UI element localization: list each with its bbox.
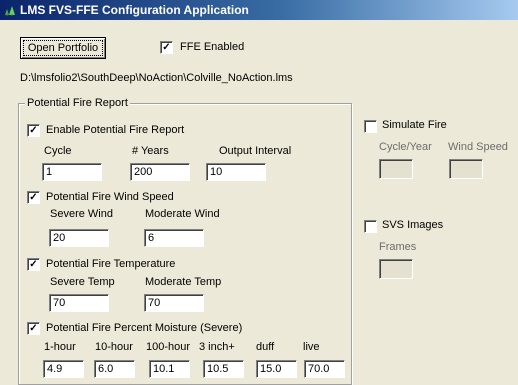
app-tree-icon [5,6,15,16]
sim-wind-speed-input[interactable] [449,159,483,179]
moisture-100hour-input[interactable]: 10.1 [149,360,190,378]
cycle-label: Cycle [44,145,72,157]
moisture-1hour-input[interactable]: 4.9 [43,360,84,378]
fire-report-group-title: Potential Fire Report [25,97,130,109]
temperature-label: Potential Fire Temperature [46,258,176,270]
moisture-duff-input[interactable]: 15.0 [256,360,297,378]
enable-fire-report-checkbox[interactable]: ✓ [27,124,40,137]
svs-images-checkbox[interactable] [364,220,377,233]
simulate-fire-label: Simulate Fire [382,119,447,131]
moderate-wind-label: Moderate Wind [145,208,220,220]
moisture-col-label: duff [256,341,275,353]
simulate-fire-checkbox[interactable] [364,120,377,133]
frames-label: Frames [379,241,417,253]
moisture-10hour-input[interactable]: 6.0 [94,360,135,378]
enable-fire-report-label: Enable Potential Fire Report [46,124,185,136]
moisture-live-input[interactable]: 70.0 [304,360,345,378]
years-label: # Years [132,145,169,157]
output-interval-input[interactable]: 10 [206,163,266,181]
wind-speed-checkbox[interactable]: ✓ [27,191,40,204]
moderate-temp-input[interactable]: 70 [144,294,204,312]
wind-speed-label: Potential Fire Wind Speed [46,191,174,203]
output-interval-label: Output Interval [219,145,292,157]
moderate-temp-label: Moderate Temp [145,276,222,288]
severe-wind-label: Severe Wind [50,208,113,220]
window-title: LMS FVS-FFE Configuration Application [20,3,249,17]
ffe-enabled-checkbox[interactable]: ✓ [160,41,173,54]
frames-input[interactable] [379,259,413,279]
moisture-col-label: 3 inch+ [199,341,235,353]
moisture-col-label: 10-hour [95,341,133,353]
severe-temp-input[interactable]: 70 [49,294,109,312]
years-input[interactable]: 200 [130,163,190,181]
ffe-enabled-label: FFE Enabled [180,41,245,53]
moderate-wind-input[interactable]: 6 [144,229,204,247]
moisture-label: Potential Fire Percent Moisture (Severe) [46,322,243,334]
moisture-col-label: 100-hour [146,341,191,353]
cycle-year-label: Cycle/Year [379,141,432,153]
temperature-checkbox[interactable]: ✓ [27,258,40,271]
svs-images-label: SVS Images [382,219,444,231]
cycle-year-input[interactable] [379,159,413,179]
moisture-3inch-input[interactable]: 10.5 [203,360,244,378]
severe-wind-input[interactable]: 20 [49,229,109,247]
moisture-col-label: 1-hour [44,341,76,353]
severe-temp-label: Severe Temp [50,276,115,288]
open-portfolio-button[interactable]: Open Portfolio [20,37,106,59]
title-bar: LMS FVS-FFE Configuration Application [0,0,518,20]
wind-speed-sim-label: Wind Speed [448,141,508,153]
cycle-input[interactable]: 1 [42,163,102,181]
moisture-col-label: live [303,341,320,353]
moisture-checkbox[interactable]: ✓ [27,322,40,335]
file-path: D:\lmsfolio2\SouthDeep\NoAction\Colville… [20,72,293,84]
